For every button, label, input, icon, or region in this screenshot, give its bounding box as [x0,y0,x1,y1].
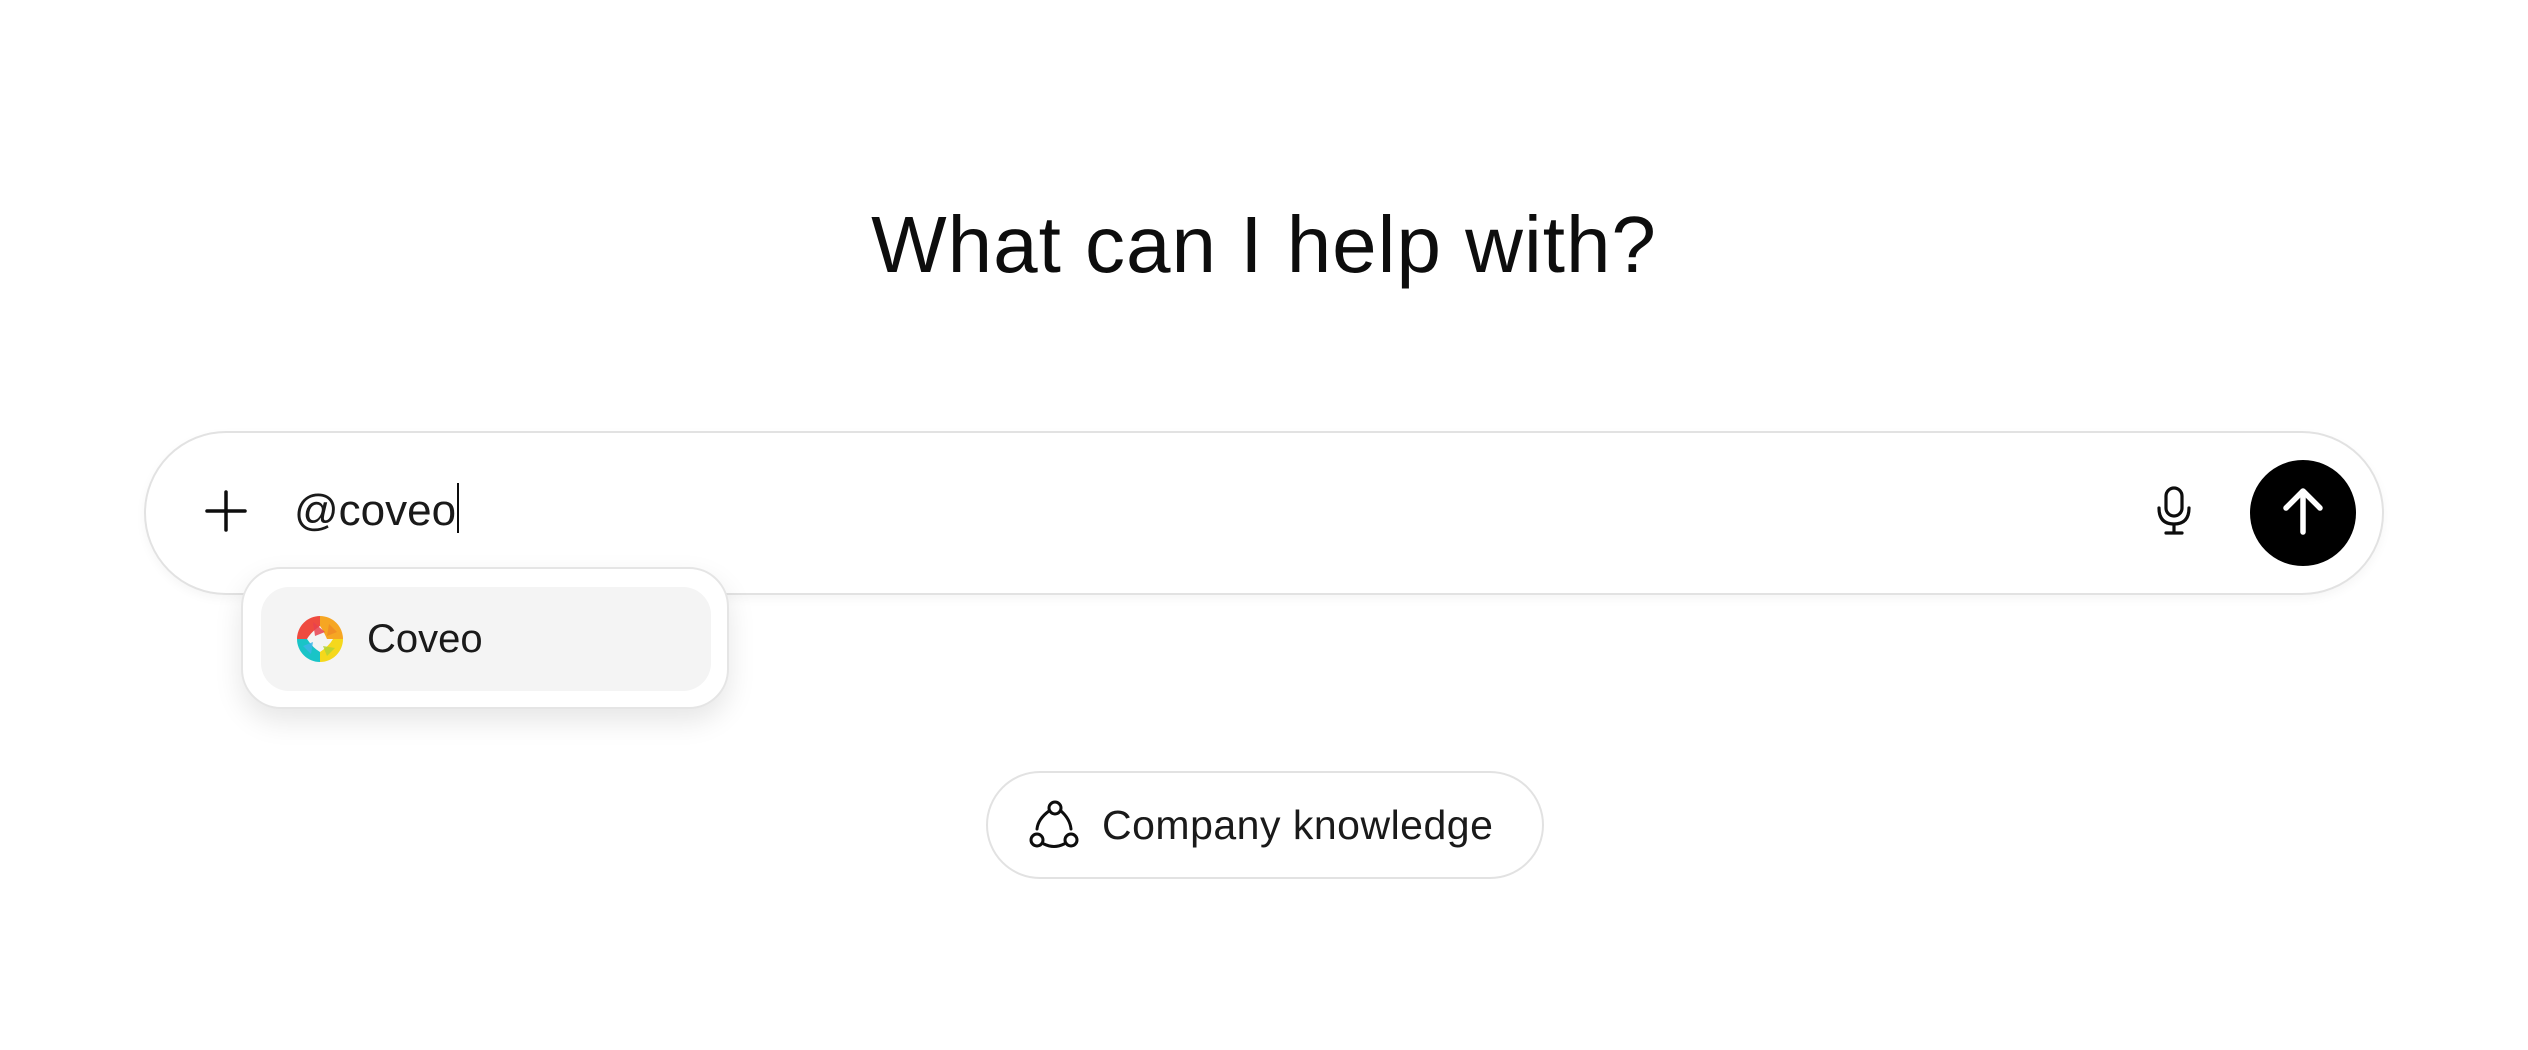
chat-home: What can I help with? @coveo Coveo Compa… [0,0,2528,1050]
microphone-icon [2154,485,2194,542]
connectors-icon [1028,799,1080,851]
arrow-up-icon [2280,486,2326,541]
mention-item-coveo[interactable]: Coveo [261,587,711,691]
text-caret [457,483,460,533]
page-title: What can I help with? [871,200,1657,289]
prompt-input[interactable]: @coveo [294,481,460,541]
send-button[interactable] [2250,460,2356,566]
plus-icon [204,489,248,538]
prompt-input-value: @coveo [294,486,457,535]
add-attachment-button[interactable] [198,485,254,541]
mention-item-label: Coveo [367,616,483,661]
mention-suggestions-popup: Coveo [241,567,729,709]
company-knowledge-label: Company knowledge [1102,801,1494,848]
voice-input-button[interactable] [2144,483,2204,543]
company-knowledge-chip[interactable]: Company knowledge [986,771,1544,879]
coveo-logo-icon [293,612,347,666]
